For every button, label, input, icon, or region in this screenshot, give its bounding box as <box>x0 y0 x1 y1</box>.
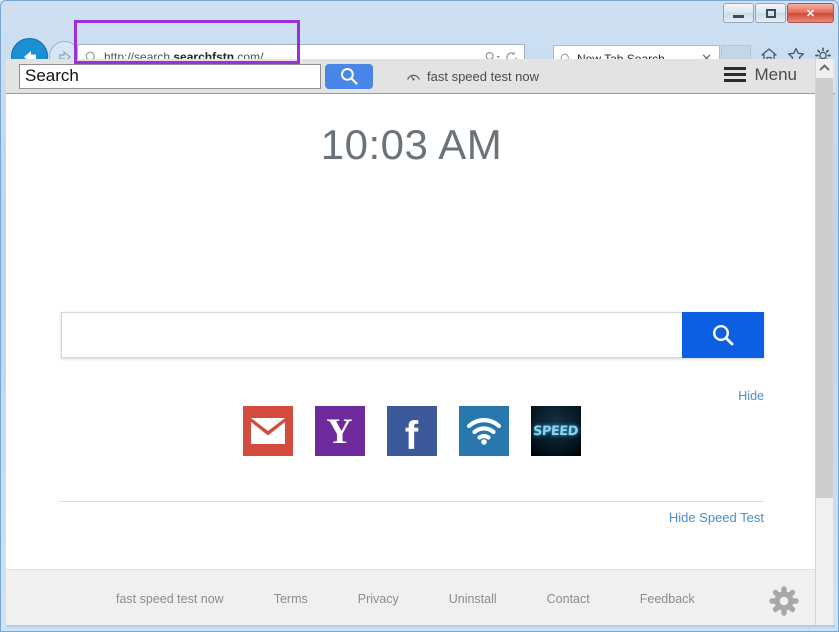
toolbar-brand-link[interactable]: fast speed test now <box>406 69 539 84</box>
tile-gmail[interactable] <box>242 406 293 456</box>
footer-link-uninstall[interactable]: Uninstall <box>449 592 497 606</box>
main-search-button[interactable] <box>682 312 764 358</box>
settings-gear-icon[interactable] <box>769 586 799 616</box>
clock-display: 10:03 AM <box>320 121 503 168</box>
hide-speed-test-link[interactable]: Hide Speed Test <box>669 510 764 525</box>
yahoo-letter-icon: Y <box>326 411 353 451</box>
facebook-letter-icon: f <box>404 413 419 456</box>
tile-facebook[interactable]: f <box>386 406 437 456</box>
toolbar-search-input[interactable] <box>19 63 321 89</box>
toolbar-menu-button[interactable]: Menu <box>724 64 797 85</box>
status-bar <box>6 625 835 629</box>
toolbar-menu-label: Menu <box>754 64 797 84</box>
footer-link-brand[interactable]: fast speed test now <box>116 592 224 606</box>
wifi-icon <box>466 418 501 445</box>
vertical-scrollbar[interactable] <box>815 59 833 628</box>
content-divider <box>59 501 764 502</box>
gmail-envelope-icon <box>250 418 285 444</box>
footer-links: fast speed test now Terms Privacy Uninst… <box>116 592 695 606</box>
address-bar-highlight-annotation <box>74 20 300 64</box>
scroll-up-button[interactable] <box>816 59 833 77</box>
tile-yahoo[interactable]: Y <box>314 406 365 456</box>
hide-tiles-link[interactable]: Hide <box>738 389 764 403</box>
chevron-up-icon <box>819 64 830 71</box>
tile-wifi-speed[interactable] <box>458 406 509 456</box>
footer-link-terms[interactable]: Terms <box>274 592 308 606</box>
speed-label-icon: SPEED <box>532 423 579 439</box>
scrollbar-thumb[interactable] <box>816 78 833 498</box>
toolbar-search-button[interactable] <box>325 63 373 89</box>
search-icon <box>340 67 358 85</box>
footer-link-privacy[interactable]: Privacy <box>358 592 399 606</box>
page-content: 10:03 AM Hide Y f SPEED Hide Speed Test … <box>6 94 817 628</box>
browser-window: ✕ http://search.searchfstn.com/ ✕ Search… <box>0 0 839 632</box>
maximize-button[interactable] <box>755 3 786 23</box>
speedometer-icon <box>407 74 420 80</box>
title-bar: ✕ <box>1 1 839 23</box>
main-search-input[interactable] <box>61 312 682 358</box>
footer-link-contact[interactable]: Contact <box>547 592 590 606</box>
main-search-box <box>61 312 764 358</box>
shortcut-tiles: Y f SPEED <box>6 406 817 456</box>
window-controls: ✕ <box>722 3 834 23</box>
page-footer: fast speed test now Terms Privacy Uninst… <box>6 569 817 628</box>
toolbar-brand-label: fast speed test now <box>427 68 540 84</box>
footer-link-feedback[interactable]: Feedback <box>640 592 695 606</box>
extension-toolbar: fast speed test now Menu <box>6 59 835 94</box>
close-window-button[interactable]: ✕ <box>787 3 834 23</box>
minimize-button[interactable] <box>723 3 754 23</box>
hamburger-icon <box>724 64 747 85</box>
tile-speed-test[interactable]: SPEED <box>530 406 581 456</box>
search-icon <box>712 324 734 346</box>
